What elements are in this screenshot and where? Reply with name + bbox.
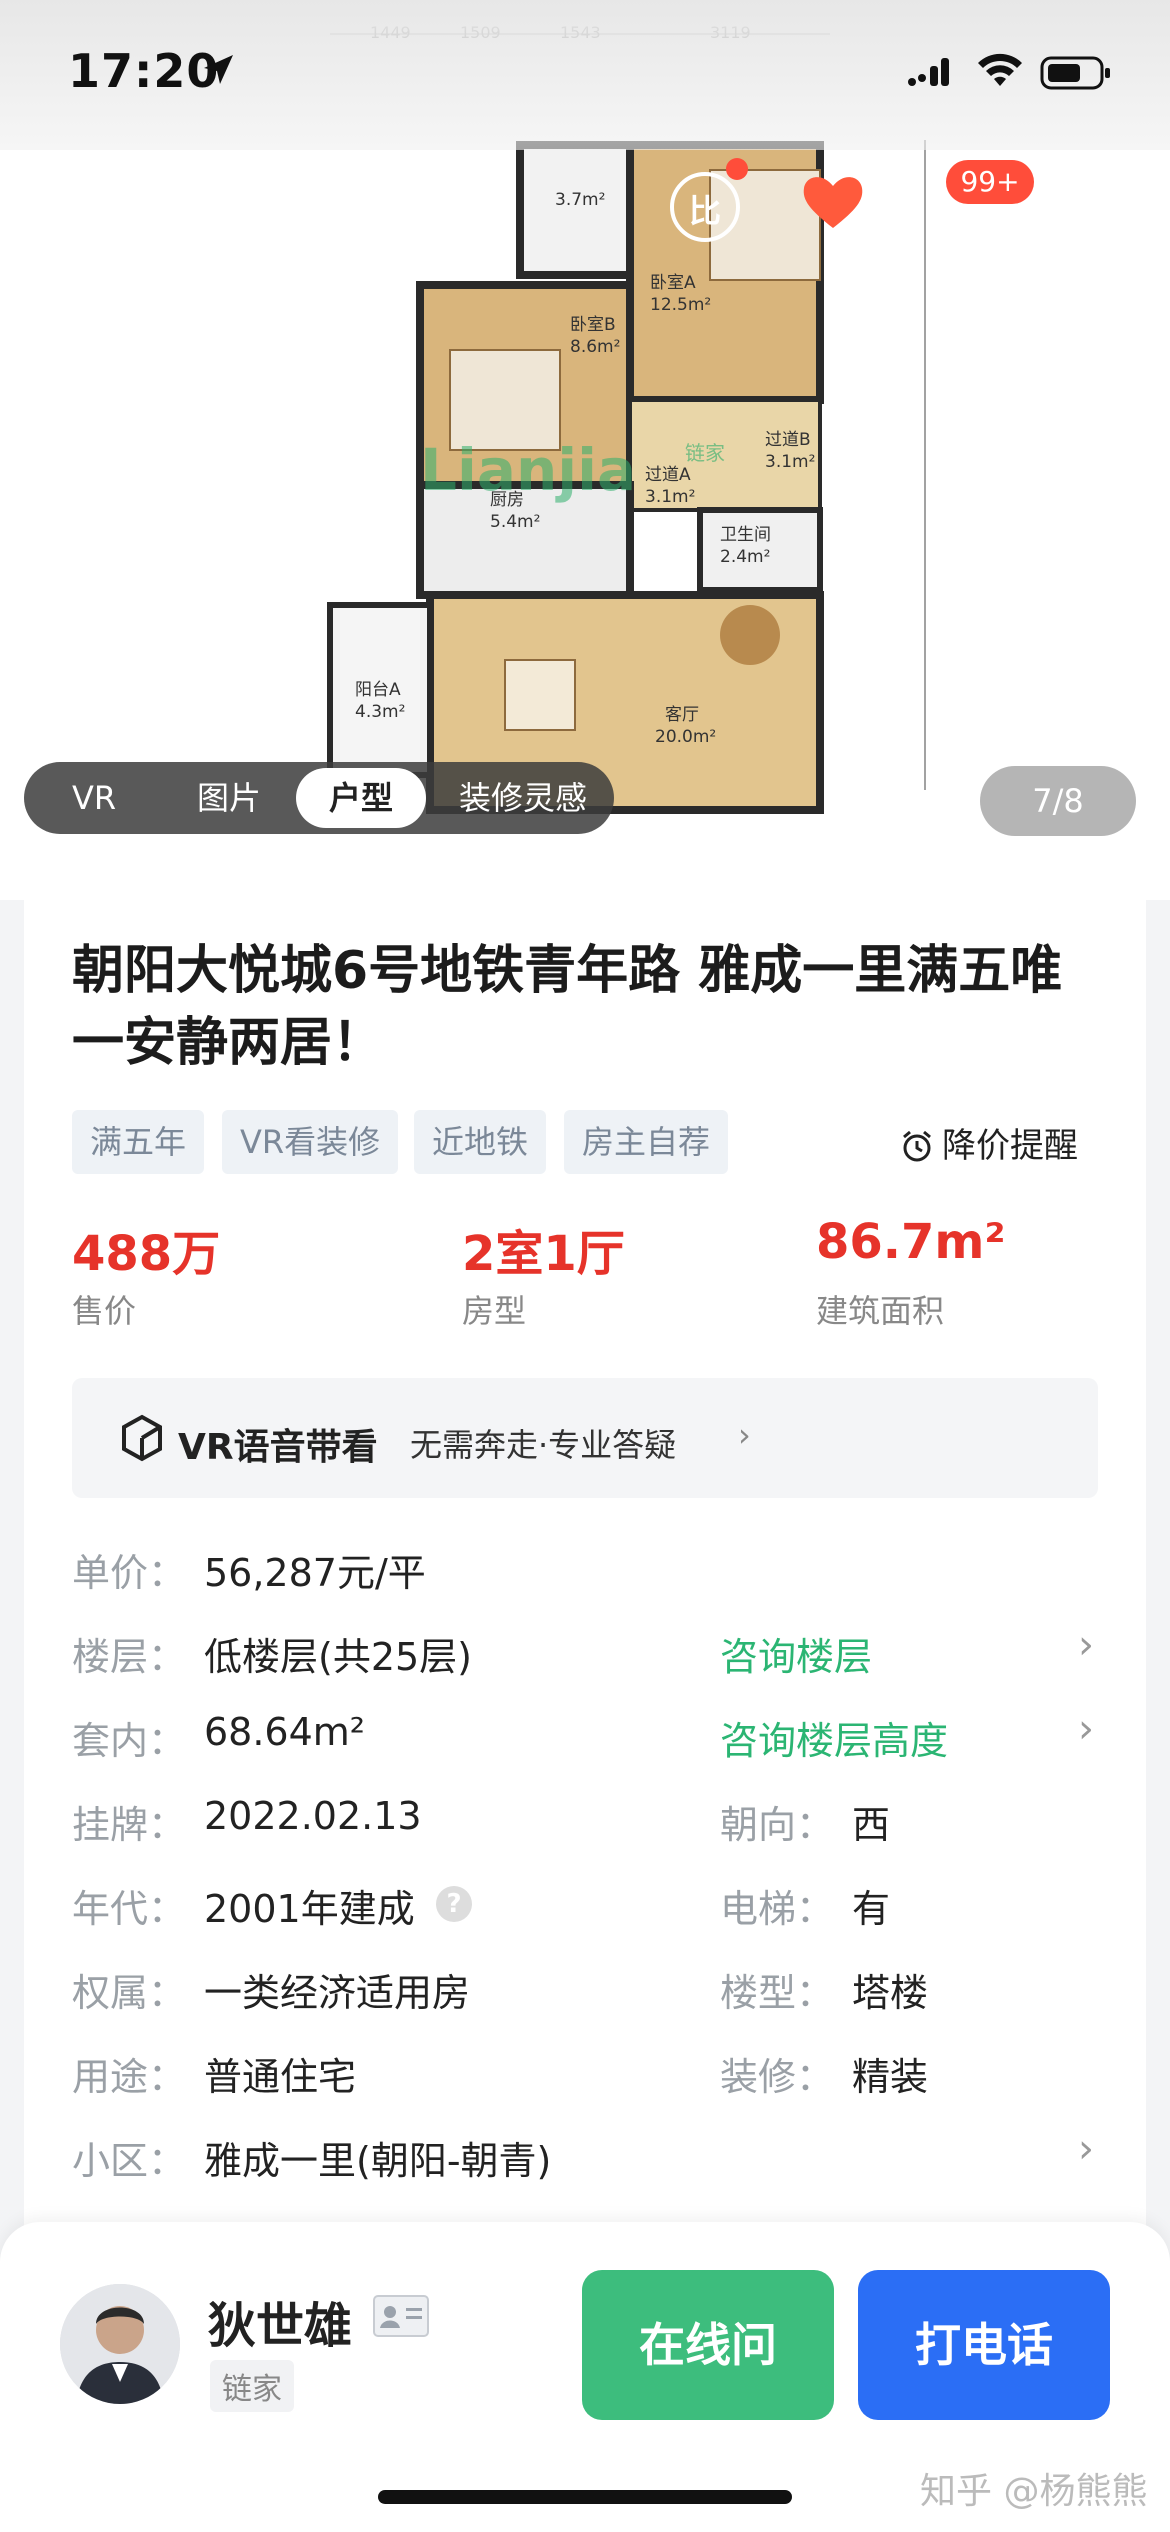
location-arrow-icon — [204, 55, 233, 84]
unit-price-value: 56,287元/平 — [204, 1551, 426, 1595]
room-label-bedroom-a: 卧室A — [650, 273, 696, 293]
tab-vr[interactable]: VR — [44, 768, 144, 828]
chevron-right-icon[interactable]: › — [1078, 1622, 1094, 1668]
ask-floor-height-link[interactable]: 咨询楼层高度 — [720, 1710, 948, 1765]
room-area-kitchen: 5.4m² — [490, 512, 540, 532]
layout-label: 房型 — [462, 1292, 527, 1330]
lianjia-watermark-cn: 链家 — [685, 441, 725, 465]
tag-near-subway: 近地铁 — [414, 1110, 547, 1174]
elevator-value: 有 — [852, 1887, 891, 1931]
help-icon[interactable]: ? — [436, 1886, 472, 1922]
compare-dot — [726, 158, 748, 180]
facing-value: 西 — [852, 1803, 891, 1847]
room-label-balcony: 3.7m² — [555, 190, 605, 210]
tag-5years: 满五年 — [72, 1110, 205, 1174]
chevron-right-icon[interactable]: › — [1078, 2126, 1094, 2172]
vr-guide-subtitle: 无需奔走·专业答疑 — [410, 1426, 677, 1464]
room-area-bathroom: 2.4m² — [720, 547, 770, 567]
layout-value: 2室1厅 — [462, 1226, 625, 1282]
tab-floorplan[interactable]: 户型 — [296, 768, 426, 828]
status-time: 17:20 — [68, 44, 220, 98]
ask-floor-link[interactable]: 咨询楼层 — [720, 1626, 872, 1681]
media-tabs: VR 图片 户型 装修灵感 — [24, 762, 614, 834]
area-value: 86.7m² — [816, 1214, 1006, 1270]
agent-avatar[interactable] — [60, 2284, 180, 2404]
vr-cube-icon — [122, 1414, 162, 1462]
room-label-balcony-a: 阳台A — [355, 680, 401, 700]
listed-value: 2022.02.13 — [204, 1794, 422, 1838]
room-area-balcony-a: 4.3m² — [355, 702, 405, 722]
year-value: 2001年建成 — [204, 1887, 415, 1931]
compare-button[interactable]: 比 — [670, 172, 740, 242]
room-label-bedroom-b: 卧室B — [570, 315, 616, 335]
image-counter: 7/8 — [980, 766, 1136, 836]
alarm-clock-icon — [903, 1130, 931, 1162]
share-icon[interactable] — [1056, 172, 1122, 238]
listed-label: 挂牌： — [72, 1803, 187, 1847]
floorplan-hero[interactable]: 1449 1509 1543 3119 3.7m² 卧室A 12.5m² — [0, 0, 1170, 900]
tab-decor-ideas[interactable]: 装修灵感 — [438, 768, 608, 828]
home-indicator[interactable] — [378, 2490, 792, 2504]
ownership-value: 一类经济适用房 — [204, 1971, 471, 2015]
chevron-right-icon[interactable]: › — [1078, 1706, 1094, 1752]
listing-card — [24, 876, 1146, 2256]
room-area-bedroom-a: 12.5m² — [650, 295, 711, 315]
area-label: 建筑面积 — [816, 1292, 945, 1330]
room-area-corridor-b: 3.1m² — [765, 452, 815, 472]
community-label: 小区： — [72, 2139, 187, 2183]
building-type-label: 楼型： — [720, 1971, 835, 2015]
zhihu-watermark: 知乎 @杨熊熊 — [920, 2471, 1148, 2512]
price-alert-label: 降价提醒 — [942, 1126, 1078, 1166]
floor-value: 低楼层(共25层) — [204, 1635, 473, 1679]
chat-online-button[interactable]: 在线问 — [582, 2270, 834, 2420]
inner-area-value: 68.64m² — [204, 1710, 366, 1754]
agent-portrait-icon — [60, 2284, 180, 2404]
room-label-corridor-b: 过道B — [765, 430, 811, 450]
room-area-bedroom-b: 8.6m² — [570, 337, 620, 357]
decoration-value: 精装 — [852, 2055, 929, 2099]
price-alert-button[interactable]: 降价提醒 — [900, 1118, 1078, 1167]
elevator-label: 电梯： — [720, 1887, 835, 1931]
battery-icon — [1040, 56, 1110, 90]
cellular-signal-icon — [908, 58, 949, 86]
message-badge: 99+ — [946, 160, 1034, 204]
unit-price-label: 单价： — [72, 1551, 187, 1595]
wifi-icon — [978, 53, 1022, 86]
ownership-label: 权属： — [72, 1971, 187, 2015]
tab-photos[interactable]: 图片 — [164, 768, 294, 828]
tag-vr-decor: VR看装修 — [222, 1110, 399, 1174]
inner-area-label: 套内： — [72, 1719, 187, 1763]
price-value: 488万 — [72, 1226, 221, 1282]
agent-company: 链家 — [210, 2360, 294, 2412]
vr-guide-title: VR语音带看 — [178, 1427, 378, 1468]
building-type-value: 塔楼 — [852, 1971, 929, 2015]
usage-value: 普通住宅 — [204, 2055, 357, 2099]
room-label-corridor-a: 过道A — [645, 465, 691, 485]
room-area-living: 20.0m² — [655, 727, 716, 747]
year-label: 年代： — [72, 1887, 187, 1931]
lianjia-watermark: Lianjia — [420, 436, 636, 504]
usage-label: 用途： — [72, 2055, 187, 2099]
agent-name: 狄世雄 — [208, 2298, 353, 2354]
back-arrow-icon[interactable] — [48, 175, 112, 235]
call-button[interactable]: 打电话 — [858, 2270, 1110, 2420]
decoration-label: 装修： — [720, 2055, 835, 2099]
facing-label: 朝向： — [720, 1803, 835, 1847]
community-value[interactable]: 雅成一里(朝阳-朝青) — [204, 2130, 551, 2185]
price-label: 售价 — [72, 1292, 137, 1330]
compare-label: 比 — [688, 192, 721, 230]
tag-owner-recommend: 房主自荐 — [564, 1110, 729, 1174]
listing-title: 朝阳大悦城6号地铁青年路 雅成一里满五唯一安静两居！ — [72, 941, 1063, 1073]
favorite-heart-icon[interactable] — [800, 172, 866, 232]
room-label-bathroom: 卫生间 — [720, 525, 771, 545]
room-label-living: 客厅 — [665, 705, 699, 725]
floor-label: 楼层： — [72, 1635, 187, 1679]
business-card-icon[interactable] — [372, 2294, 430, 2338]
vr-chevron-icon: › — [738, 1416, 751, 1454]
room-area-corridor-a: 3.1m² — [645, 487, 695, 507]
